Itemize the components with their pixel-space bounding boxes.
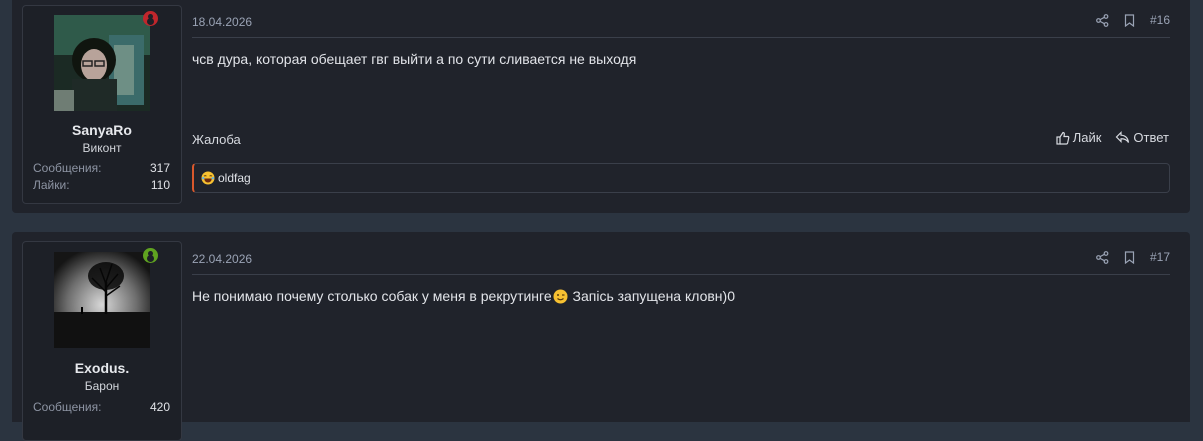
divider: [192, 274, 1170, 275]
post-16: SanyaRo Виконт Сообщения: 317 Лайки: 110…: [12, 0, 1190, 213]
post-message: Не понимаю почему столько собак у меня в…: [192, 288, 735, 304]
post-message: чсв дура, которая обещает гвг выйти а по…: [192, 51, 637, 67]
username[interactable]: SanyaRo: [23, 122, 181, 138]
user-title: Барон: [84, 379, 120, 393]
avatar[interactable]: [54, 252, 150, 348]
reply-label: Ответ: [1133, 130, 1169, 145]
post-tools: #17: [1096, 250, 1170, 264]
message-text-part2: Запісь запущена кловн)0: [568, 288, 735, 304]
stat-value: 110: [150, 178, 170, 192]
winking-emoji-icon: [553, 289, 568, 303]
reactions-bar[interactable]: oldfag: [192, 163, 1170, 193]
share-icon[interactable]: [1096, 250, 1109, 264]
message-text-part1: Не понимаю почему столько собак у меня в…: [192, 288, 552, 304]
offline-status-icon: [143, 11, 158, 26]
user-stat-likes: Лайки: 110: [33, 178, 170, 192]
post-number[interactable]: #16: [1150, 13, 1170, 27]
user-title: Виконт: [82, 141, 122, 155]
reply-button[interactable]: Ответ: [1115, 130, 1169, 145]
laughing-emoji-icon: [201, 171, 215, 185]
post-date[interactable]: 22.04.2026: [192, 252, 252, 266]
reaction-users[interactable]: oldfag: [218, 171, 251, 185]
user-stat-messages: Сообщения: 420: [33, 400, 170, 414]
stat-label: Лайки:: [33, 178, 70, 192]
online-status-icon: [143, 248, 158, 263]
thumbs-up-icon: [1056, 131, 1070, 145]
divider: [192, 37, 1170, 38]
user-card: SanyaRo Виконт Сообщения: 317 Лайки: 110: [22, 5, 182, 204]
avatar[interactable]: [54, 15, 150, 111]
post-actions: Лайк Ответ: [1056, 130, 1169, 145]
stat-value: 317: [149, 161, 170, 175]
post-tools: #16: [1096, 13, 1170, 27]
post-17: Exodus. Барон Сообщения: 420 22.04.2026 …: [12, 232, 1190, 441]
like-label: Лайк: [1072, 130, 1102, 145]
user-stat-messages: Сообщения: 317: [33, 161, 170, 175]
bookmark-icon[interactable]: [1124, 13, 1135, 27]
complain-link[interactable]: Жалоба: [192, 132, 241, 147]
post-number[interactable]: #17: [1150, 250, 1170, 264]
username[interactable]: Exodus.: [23, 360, 181, 376]
reply-arrow-icon: [1116, 131, 1130, 143]
stat-label: Сообщения:: [33, 161, 102, 175]
user-card: Exodus. Барон Сообщения: 420: [22, 241, 182, 441]
stat-value: 420: [149, 400, 170, 414]
share-icon[interactable]: [1096, 13, 1109, 27]
like-button[interactable]: Лайк: [1056, 130, 1102, 145]
post-date[interactable]: 18.04.2026: [192, 15, 252, 29]
stat-label: Сообщения:: [33, 400, 102, 414]
bookmark-icon[interactable]: [1124, 250, 1135, 264]
